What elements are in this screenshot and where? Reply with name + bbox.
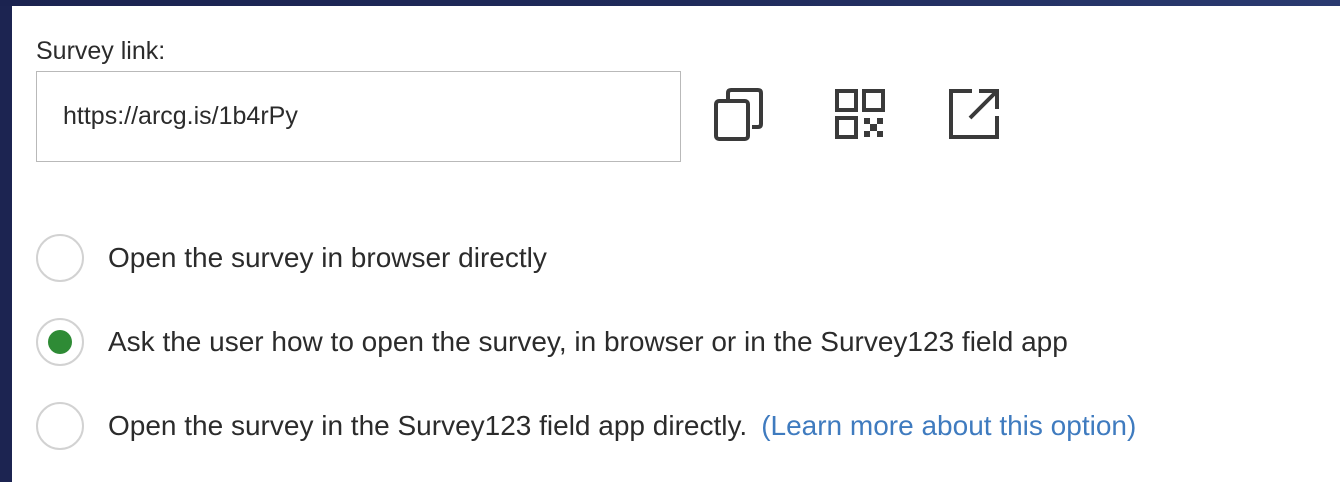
survey-link-label: Survey link: [36,37,166,65]
option-label: Open the survey in the Survey123 field a… [108,410,748,441]
copy-link-button[interactable] [710,84,770,144]
qr-code-button[interactable] [830,84,890,144]
open-link-button[interactable] [944,84,1004,144]
survey-link-field[interactable] [36,71,681,162]
radio-open-in-browser[interactable] [36,234,84,282]
option-label: Open the survey in browser directly [108,242,547,273]
learn-more-link[interactable]: (Learn more about this option) [761,410,1136,442]
qr-code-icon [835,89,885,139]
radio-selected-dot [48,330,72,354]
open-in-new-window-icon [949,89,999,139]
radio-ask-user[interactable] [36,318,84,366]
option-open-in-browser[interactable]: Open the survey in browser directly [36,232,547,284]
copy-icon [714,88,763,141]
option-open-in-field-app[interactable]: Open the survey in the Survey123 field a… [36,400,1136,452]
radio-open-in-field-app[interactable] [36,402,84,450]
share-survey-panel: Survey link: Open the survey in browser … [12,6,1340,482]
option-ask-user[interactable]: Ask the user how to open the survey, in … [36,316,1068,368]
option-label: Ask the user how to open the survey, in … [108,326,1068,357]
